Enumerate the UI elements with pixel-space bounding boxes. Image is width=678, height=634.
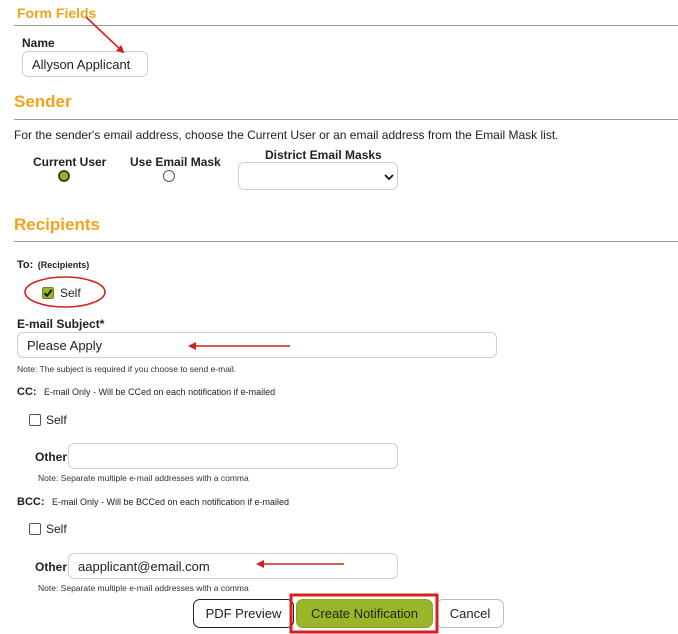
bcc-self-label: Self xyxy=(46,522,67,536)
to-self-label: Self xyxy=(60,286,81,300)
bcc-other-label: Other xyxy=(35,560,68,574)
cc-other-input[interactable] xyxy=(68,443,398,469)
pdf-preview-button[interactable]: PDF Preview xyxy=(193,599,294,628)
use-email-mask-radio[interactable] xyxy=(163,170,175,182)
to-self-checkbox[interactable] xyxy=(42,287,54,299)
district-email-masks-label: District Email Masks xyxy=(265,148,382,162)
use-email-mask-label: Use Email Mask xyxy=(130,155,221,169)
to-sub-label: (Recipients) xyxy=(37,260,90,270)
cc-self-checkbox[interactable] xyxy=(29,414,41,426)
subject-input[interactable] xyxy=(17,332,497,358)
name-annotation-arrow xyxy=(85,16,125,54)
recipients-title: Recipients xyxy=(14,215,100,234)
name-label: Name xyxy=(22,36,55,50)
bcc-self-checkbox[interactable] xyxy=(29,523,41,535)
cc-other-note: Note: Separate multiple e-mail addresses… xyxy=(38,473,249,483)
form-fields-divider xyxy=(14,25,678,26)
create-notification-button[interactable]: Create Notification xyxy=(296,599,433,628)
cc-other-label: Other xyxy=(35,450,68,464)
current-user-label: Current User xyxy=(33,155,107,169)
sender-description: For the sender's email address, choose t… xyxy=(14,128,559,142)
to-label: To: xyxy=(17,259,34,271)
current-user-radio[interactable] xyxy=(58,170,70,182)
bcc-label-group: BCC: E-mail Only - Will be BCCed on each… xyxy=(17,492,289,510)
checkmark-icon xyxy=(43,289,53,298)
name-input[interactable] xyxy=(22,51,148,77)
chevron-down-icon xyxy=(384,174,394,181)
cc-self-label: Self xyxy=(46,413,67,427)
cc-note: E-mail Only - Will be CCed on each notif… xyxy=(44,387,276,397)
bcc-label: BCC: xyxy=(17,496,45,508)
sender-divider xyxy=(14,119,678,120)
bcc-other-note: Note: Separate multiple e-mail addresses… xyxy=(38,583,249,593)
form-fields-title: Form Fields xyxy=(17,5,97,21)
district-email-masks-select[interactable] xyxy=(238,162,398,190)
bcc-other-input[interactable] xyxy=(68,553,398,579)
cc-label: CC: xyxy=(17,386,37,398)
bcc-note: E-mail Only - Will be BCCed on each noti… xyxy=(51,497,290,507)
cc-label-group: CC: E-mail Only - Will be CCed on each n… xyxy=(17,382,275,400)
recipients-divider xyxy=(14,241,678,242)
sender-title: Sender xyxy=(14,92,72,111)
cancel-button[interactable]: Cancel xyxy=(436,599,504,628)
subject-label: E-mail Subject* xyxy=(17,317,105,331)
to-label-group: To: (Recipients) xyxy=(17,255,89,273)
subject-note: Note: The subject is required if you cho… xyxy=(17,364,237,374)
